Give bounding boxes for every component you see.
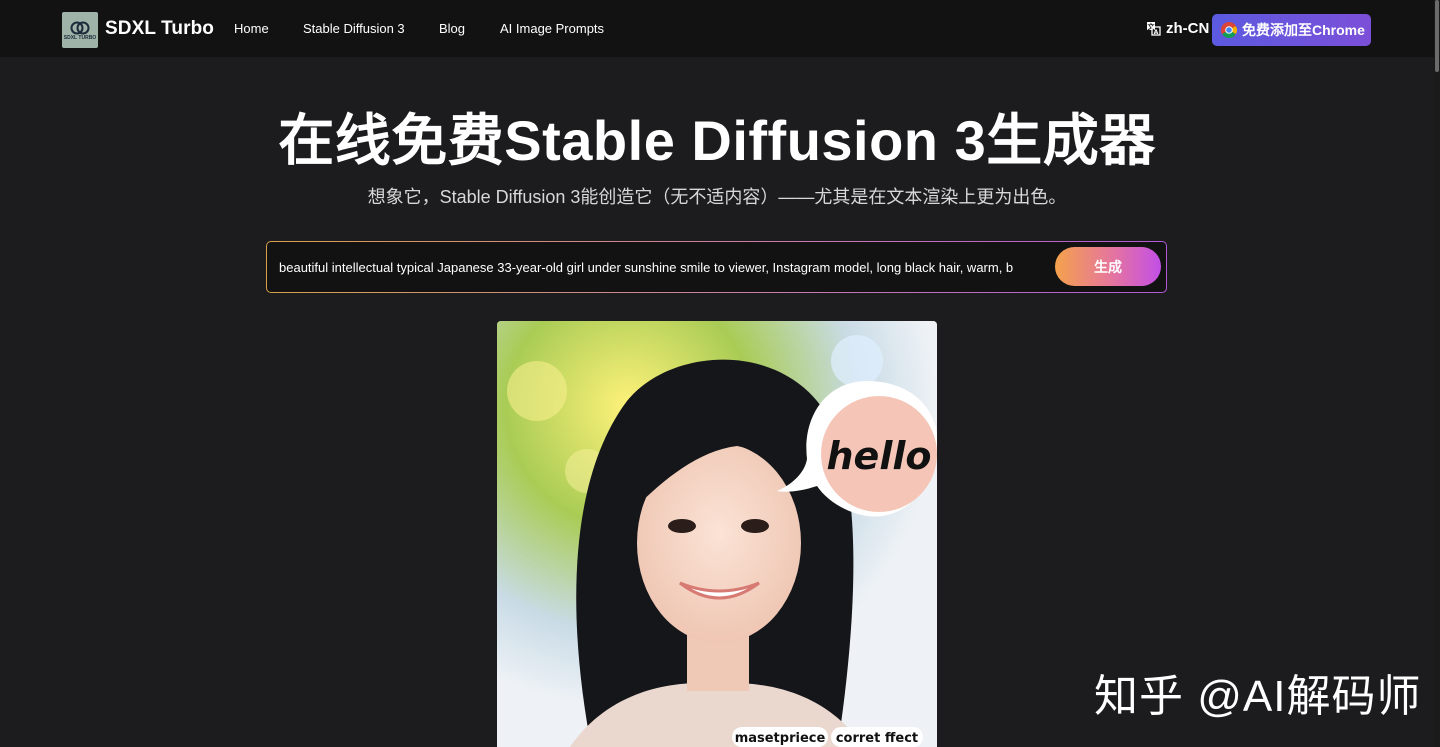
nav-stable-diffusion-3[interactable]: Stable Diffusion 3 xyxy=(303,21,405,36)
nav-blog[interactable]: Blog xyxy=(439,21,465,36)
generated-portrait-illustration: hello masetpriece corret ffect xyxy=(497,321,937,747)
page-scrollbar[interactable] xyxy=(1434,0,1440,747)
language-switcher[interactable]: 文 A zh-CN xyxy=(1146,20,1209,37)
add-to-chrome-label: 免费添加至Chrome xyxy=(1242,22,1365,38)
generate-button[interactable]: 生成 xyxy=(1055,247,1161,286)
nav-home[interactable]: Home xyxy=(234,21,269,36)
nav-ai-image-prompts[interactable]: AI Image Prompts xyxy=(500,21,604,36)
svg-text:A: A xyxy=(1154,29,1159,36)
watermark: 知乎 @AI解码师 xyxy=(1094,672,1422,721)
generated-image[interactable]: hello masetpriece corret ffect xyxy=(497,321,937,747)
image-tag-1: masetpriece xyxy=(735,731,826,746)
prompt-box-inner: 生成 xyxy=(267,242,1166,292)
prompt-input[interactable] xyxy=(279,256,1021,278)
top-navigation-bar: SDXL TURBO SDXL Turbo Home Stable Diffus… xyxy=(0,0,1440,57)
brand-name[interactable]: SDXL Turbo xyxy=(105,18,214,40)
page-subtitle: 想象它，Stable Diffusion 3能创造它（无不适内容）——尤其是在文… xyxy=(367,187,1067,207)
language-label: zh-CN xyxy=(1166,20,1210,37)
scrollbar-thumb[interactable] xyxy=(1435,0,1439,72)
page-title: 在线免费Stable Diffusion 3生成器 xyxy=(278,109,1156,172)
logo-caption: SDXL TURBO xyxy=(63,34,97,41)
translate-icon: 文 A xyxy=(1147,22,1161,36)
speech-bubble-text: hello xyxy=(827,434,932,478)
chrome-icon xyxy=(1221,22,1238,38)
logo-mark-icon xyxy=(70,21,90,34)
site-logo[interactable]: SDXL TURBO xyxy=(62,12,98,48)
prompt-box: 生成 xyxy=(266,241,1167,293)
image-tag-2: corret ffect xyxy=(836,731,918,746)
add-to-chrome-button[interactable]: 免费添加至Chrome xyxy=(1212,14,1371,46)
